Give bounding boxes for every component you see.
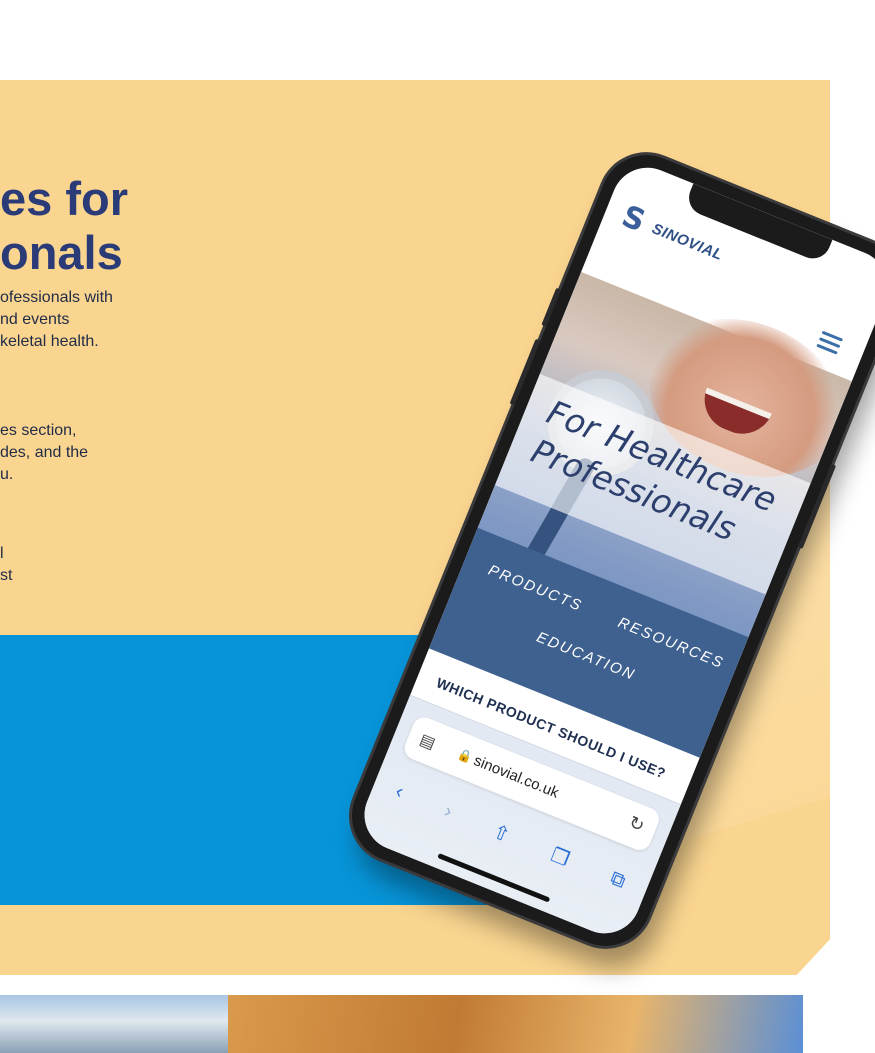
paragraph-line: l [0, 545, 4, 562]
tabs-icon[interactable]: ⧉ [607, 867, 628, 894]
back-icon[interactable]: ‹ [392, 780, 406, 804]
promo-heading: es for onals [0, 172, 128, 280]
hamburger-icon[interactable] [816, 330, 844, 356]
nav-resources[interactable]: RESOURCES [616, 614, 727, 672]
paragraph-line: u. [0, 466, 14, 483]
heading-line-1: es for [0, 172, 128, 225]
browser-toolbar: ▤ 🔒 sinovial.co.uk ↻ ‹ › ⇧ ❐ ⧉ [353, 694, 682, 945]
promo-paragraph-2: es section, des, and the u. [0, 420, 88, 486]
brand-name: SINOVIAL [649, 219, 726, 264]
paragraph-line: des, and the [0, 444, 89, 461]
heading-line-2: onals [0, 226, 123, 279]
phone-mockup: S SINOVIAL For Healthcare Professionals … [338, 141, 875, 960]
share-icon[interactable]: ⇧ [489, 818, 514, 847]
paragraph-line: nd events [0, 311, 70, 328]
paragraph-line: es section, [0, 422, 77, 439]
architecture-photo [228, 995, 803, 1053]
reload-icon[interactable]: ↻ [626, 812, 647, 837]
forward-icon[interactable]: › [441, 799, 455, 823]
phone-mockup-wrapper: S SINOVIAL For Healthcare Professionals … [338, 141, 875, 960]
nav-products[interactable]: PRODUCTS [486, 562, 585, 615]
sinovial-logo-icon: S [616, 198, 651, 240]
promo-paragraph-3: l st [0, 543, 12, 587]
url-text[interactable]: sinovial.co.uk [471, 752, 561, 801]
landscape-photo [0, 995, 228, 1053]
volume-up-button [541, 287, 561, 327]
paragraph-line: st [0, 567, 13, 584]
reader-icon[interactable]: ▤ [417, 729, 439, 753]
lock-icon: 🔒 [455, 746, 475, 765]
paragraph-line: ofessionals with [0, 289, 113, 306]
bookmarks-icon[interactable]: ❐ [547, 842, 573, 872]
phone-screen: S SINOVIAL For Healthcare Professionals … [353, 156, 875, 945]
paragraph-line: keletal health. [0, 333, 99, 350]
nav-education[interactable]: EDUCATION [534, 629, 638, 684]
promo-paragraph-1: ofessionals with nd events keletal healt… [0, 287, 113, 353]
